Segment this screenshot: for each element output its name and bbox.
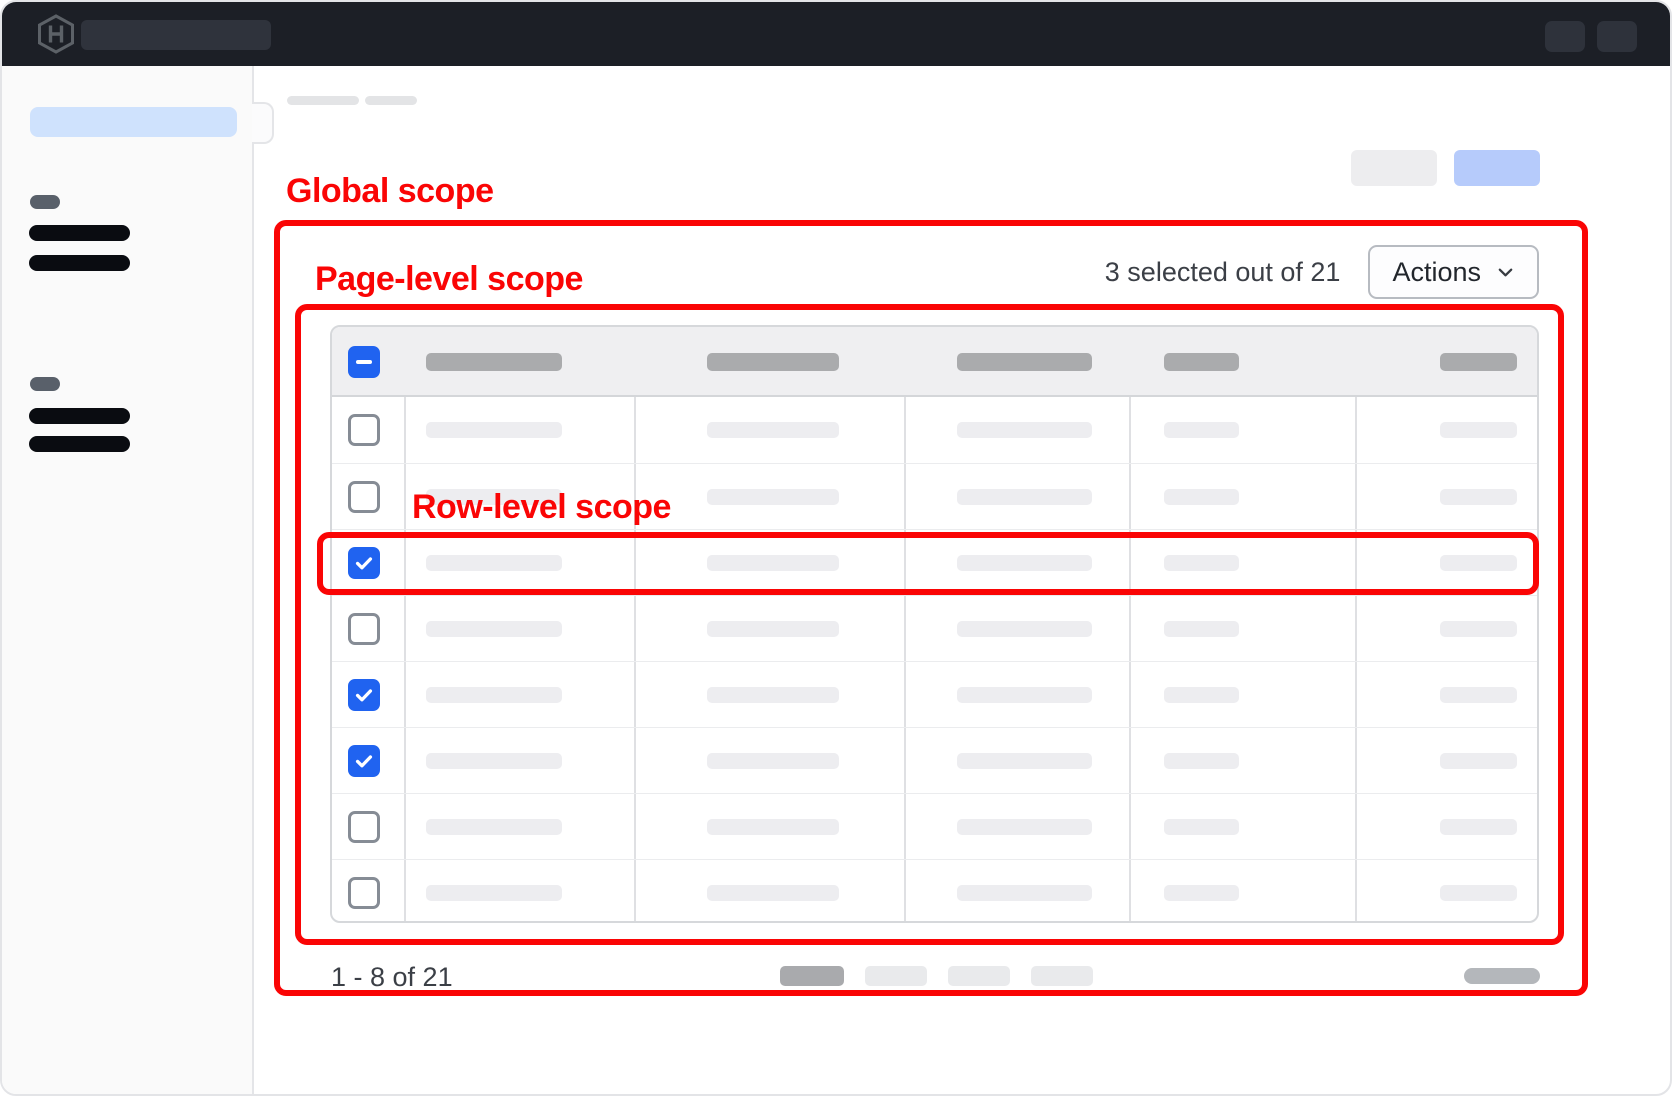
sidebar xyxy=(2,66,254,1096)
cell-skeleton xyxy=(957,687,1092,703)
global-scope-label: Global scope xyxy=(286,174,494,208)
row-checkbox[interactable] xyxy=(348,877,380,909)
table-row[interactable] xyxy=(332,727,1537,793)
cell-skeleton xyxy=(707,885,839,901)
cell-skeleton xyxy=(707,422,839,438)
cell-skeleton xyxy=(1440,422,1517,438)
sidebar-item-skeleton[interactable] xyxy=(29,408,130,424)
cell-skeleton xyxy=(1440,555,1517,571)
table-row[interactable] xyxy=(332,529,1537,595)
top-nav-bar xyxy=(2,2,1670,66)
hashicorp-logo-icon xyxy=(36,14,76,54)
app-window: 3 selected out of 21 Actions 1 - 8 of 21… xyxy=(0,0,1672,1096)
check-icon xyxy=(353,750,375,772)
cell-skeleton xyxy=(426,687,562,703)
select-all-checkbox[interactable] xyxy=(348,346,380,378)
cell-skeleton xyxy=(1164,489,1239,505)
row-checkbox[interactable] xyxy=(348,745,380,777)
cell-skeleton xyxy=(426,422,562,438)
cell-skeleton xyxy=(957,555,1092,571)
cell-skeleton xyxy=(957,885,1092,901)
column-header-skeleton xyxy=(707,353,839,371)
table-row[interactable] xyxy=(332,397,1537,463)
sidebar-item-skeleton[interactable] xyxy=(29,436,130,452)
pagination-page-skeleton[interactable] xyxy=(1031,966,1093,986)
column-header-skeleton xyxy=(1164,353,1239,371)
row-checkbox[interactable] xyxy=(348,613,380,645)
column-header-skeleton xyxy=(957,353,1092,371)
cell-skeleton xyxy=(1164,819,1239,835)
sidebar-section-label-skeleton xyxy=(30,377,60,391)
sidebar-active-item-skeleton[interactable] xyxy=(30,107,237,137)
column-header-skeleton xyxy=(426,353,562,371)
sidebar-collapse-handle[interactable] xyxy=(252,102,274,144)
cell-skeleton xyxy=(707,819,839,835)
cell-skeleton xyxy=(426,621,562,637)
row-scope-label: Row-level scope xyxy=(412,490,671,524)
cell-skeleton xyxy=(1164,422,1239,438)
cell-skeleton xyxy=(1440,489,1517,505)
actions-dropdown-button[interactable]: Actions xyxy=(1368,245,1539,299)
chevron-down-icon xyxy=(1496,263,1515,282)
data-table xyxy=(330,325,1539,923)
cell-skeleton xyxy=(957,753,1092,769)
search-input-skeleton[interactable] xyxy=(81,20,271,50)
table-row[interactable] xyxy=(332,793,1537,859)
cell-skeleton xyxy=(1164,885,1239,901)
breadcrumb-skeleton[interactable] xyxy=(365,96,417,105)
actions-button-label: Actions xyxy=(1392,257,1481,288)
table-row[interactable] xyxy=(332,595,1537,661)
page-scope-label: Page-level scope xyxy=(315,262,583,296)
cell-skeleton xyxy=(707,687,839,703)
cell-skeleton xyxy=(1440,885,1517,901)
cell-skeleton xyxy=(1440,819,1517,835)
sidebar-item-skeleton[interactable] xyxy=(29,255,130,271)
row-checkbox[interactable] xyxy=(348,481,380,513)
cell-skeleton xyxy=(957,422,1092,438)
topbar-help-button-skeleton[interactable] xyxy=(1545,21,1585,52)
cell-skeleton xyxy=(707,489,839,505)
primary-button-skeleton[interactable] xyxy=(1454,150,1540,186)
table-row[interactable] xyxy=(332,661,1537,727)
check-icon xyxy=(353,552,375,574)
check-icon xyxy=(353,684,375,706)
cell-skeleton xyxy=(1164,687,1239,703)
breadcrumb-skeleton[interactable] xyxy=(287,96,359,105)
selection-status-text: 3 selected out of 21 xyxy=(1105,257,1341,288)
cell-skeleton xyxy=(426,885,562,901)
row-checkbox[interactable] xyxy=(348,679,380,711)
row-checkbox[interactable] xyxy=(348,811,380,843)
indeterminate-icon xyxy=(356,360,372,364)
table-row[interactable] xyxy=(332,859,1537,923)
cell-skeleton xyxy=(426,555,562,571)
row-checkbox[interactable] xyxy=(348,547,380,579)
cell-skeleton xyxy=(426,753,562,769)
cell-skeleton xyxy=(707,555,839,571)
cell-skeleton xyxy=(1164,555,1239,571)
table-header-row xyxy=(332,327,1537,397)
pagination-page-skeleton[interactable] xyxy=(865,966,927,986)
sidebar-item-skeleton[interactable] xyxy=(29,225,130,241)
cell-skeleton xyxy=(957,621,1092,637)
pagination-range-text: 1 - 8 of 21 xyxy=(331,962,453,993)
row-checkbox[interactable] xyxy=(348,414,380,446)
cell-skeleton xyxy=(1440,687,1517,703)
secondary-button-skeleton[interactable] xyxy=(1351,150,1437,186)
cell-skeleton xyxy=(957,819,1092,835)
column-header-skeleton xyxy=(1440,353,1517,371)
pagination-page-skeleton[interactable] xyxy=(948,966,1010,986)
cell-skeleton xyxy=(957,489,1092,505)
cell-skeleton xyxy=(707,753,839,769)
cell-skeleton xyxy=(707,621,839,637)
cell-skeleton xyxy=(1440,621,1517,637)
page-size-selector-skeleton[interactable] xyxy=(1464,968,1540,984)
sidebar-section-label-skeleton xyxy=(30,195,60,209)
cell-skeleton xyxy=(1440,753,1517,769)
cell-skeleton xyxy=(426,819,562,835)
pagination-page-skeleton[interactable] xyxy=(780,966,844,986)
cell-skeleton xyxy=(1164,621,1239,637)
cell-skeleton xyxy=(1164,753,1239,769)
topbar-user-button-skeleton[interactable] xyxy=(1597,21,1637,52)
